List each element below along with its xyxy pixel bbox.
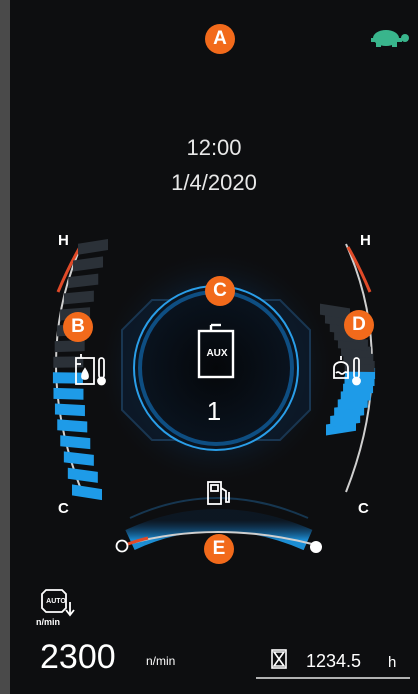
- callout-d: D: [344, 310, 374, 340]
- hourglass-icon: [271, 649, 287, 669]
- hour-meter-unit: h: [388, 654, 397, 671]
- gauge-graphics: [41, 30, 410, 679]
- engine-rpm-value: 2300: [40, 638, 116, 676]
- left-gauge-segment: [68, 273, 99, 289]
- instrument-panel-screen: 12:00 1/4/2020 H C H C AUX 1 AUTO n/min …: [10, 0, 418, 694]
- auto-engine-icon-label: AUTO: [46, 598, 66, 605]
- fuel-empty-marker: [115, 539, 129, 553]
- engine-rpm-unit: n/min: [146, 654, 176, 668]
- fuel-full-marker: [310, 541, 322, 553]
- left-gauge-segment: [72, 484, 102, 501]
- left-gauge-segment: [60, 435, 91, 450]
- left-gauge-segment: [63, 290, 94, 305]
- left-gauge-segment: [54, 340, 85, 353]
- turtle-icon: [371, 30, 409, 47]
- aux-mode-value: 1: [206, 396, 222, 426]
- right-gauge-low-label: C: [358, 500, 369, 517]
- hour-meter-value: 1234.5: [306, 651, 362, 671]
- auto-engine-icon-unit: n/min: [36, 617, 60, 627]
- callout-a: A: [205, 24, 235, 54]
- right-gauge-redzone: [346, 246, 372, 293]
- left-gauge-segment: [78, 238, 108, 255]
- left-gauge-high-label: H: [58, 232, 69, 249]
- aux-tank-label: AUX: [206, 348, 228, 359]
- left-gauge-segment: [52, 372, 83, 384]
- left-gauge-segment: [73, 256, 104, 272]
- callout-b: B: [63, 312, 93, 342]
- left-gauge-segment: [67, 467, 98, 483]
- callout-e: E: [204, 534, 234, 564]
- clock-date: 1/4/2020: [171, 170, 257, 195]
- left-gauge-low-label: C: [58, 500, 69, 517]
- callout-c: C: [205, 276, 235, 306]
- clock-time: 12:00: [186, 135, 242, 160]
- left-gauge-segment: [63, 451, 94, 466]
- right-gauge-high-label: H: [360, 232, 371, 249]
